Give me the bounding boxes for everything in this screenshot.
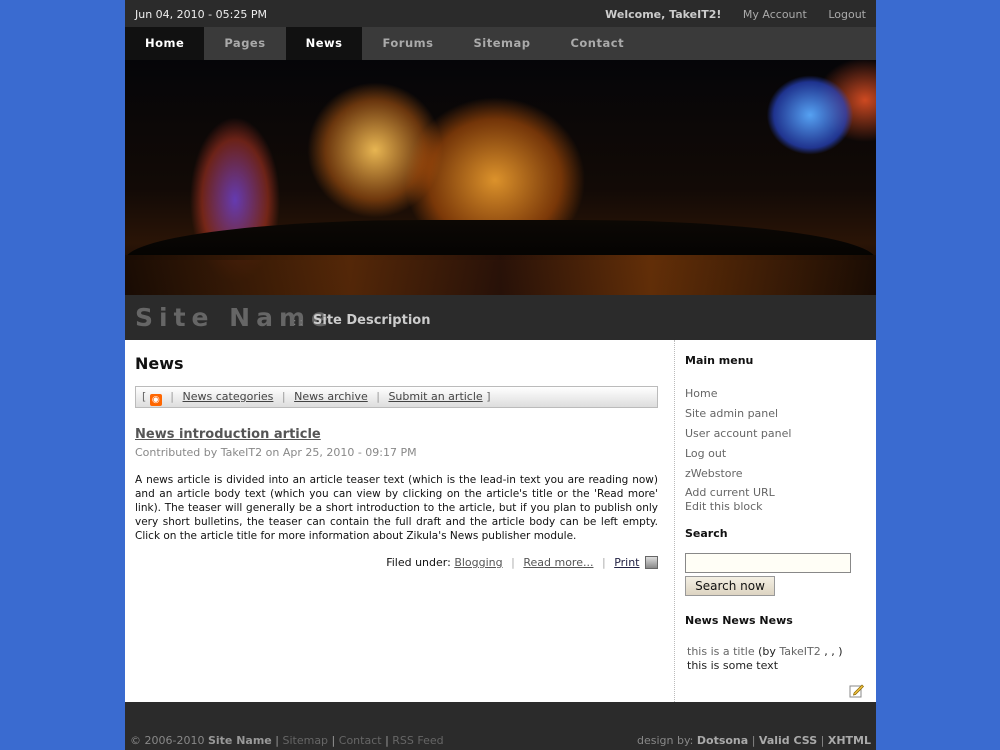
news-item-by-close: , , )	[824, 645, 843, 658]
footer-separator: |	[385, 734, 389, 747]
footer-separator: |	[820, 734, 825, 747]
menu-item-log-out[interactable]: Log out	[685, 444, 865, 464]
toolbar-separator: |	[281, 390, 286, 403]
logout-link[interactable]: Logout	[828, 8, 866, 21]
current-date: Jun 04, 2010 - 05:25 PM	[135, 8, 267, 21]
article-body: A news article is divided into an articl…	[135, 474, 658, 542]
copyright-text: © 2006-2010	[130, 734, 205, 747]
footer-rss-link[interactable]: RSS Feed	[392, 734, 443, 747]
edit-block-link[interactable]: Edit this block	[685, 500, 865, 514]
filed-under-label: Filed under:	[386, 556, 451, 569]
footer-site-name: Site Name	[207, 734, 272, 747]
main-menu-list: Home Site admin panel User account panel…	[685, 384, 865, 484]
search-button[interactable]: Search now	[685, 576, 775, 596]
footer-separator: |	[275, 734, 279, 747]
main-column: News [ ◉ | News categories | News archiv…	[135, 340, 658, 569]
news-block-item: this is a title (by TakeIT2 , , ) this i…	[685, 645, 865, 673]
main-menu-title: Main menu	[685, 354, 754, 367]
rss-icon[interactable]: ◉	[149, 394, 162, 406]
menu-item-user-account-panel[interactable]: User account panel	[685, 424, 865, 444]
menu-item-home[interactable]: Home	[685, 384, 865, 404]
site-name-separator: : :	[293, 317, 303, 328]
footer-separator: |	[751, 734, 756, 747]
nav-tab-home[interactable]: Home	[125, 27, 205, 60]
menu-extra-links: Add current URL Edit this block	[685, 486, 865, 514]
xhtml-link[interactable]: XHTML	[828, 734, 871, 747]
toolbar-close-bracket: ]	[486, 390, 491, 403]
news-item-title-link[interactable]: this is a title	[687, 645, 755, 658]
news-item-text: this is some text	[687, 659, 779, 672]
news-block-title: News News News	[685, 614, 793, 627]
banner-trees	[125, 220, 876, 260]
sidebar: Main menu Home Site admin panel User acc…	[685, 340, 865, 673]
news-item-author-link[interactable]: TakeIT2	[779, 645, 820, 658]
site-name[interactable]: Site Name	[135, 303, 334, 332]
page-wrapper: Jun 04, 2010 - 05:25 PM Welcome, TakeIT2…	[125, 0, 876, 750]
article-title-link[interactable]: News introduction article	[135, 427, 658, 442]
designer-link[interactable]: Dotsona	[697, 734, 748, 747]
nav-tab-sitemap[interactable]: Sitemap	[453, 27, 550, 60]
toolbar-separator: |	[170, 390, 175, 403]
welcome-text: Welcome, TakeIT2!	[605, 8, 722, 21]
search-title: Search	[685, 527, 728, 540]
submit-article-link[interactable]: Submit an article	[388, 390, 482, 403]
top-bar: Jun 04, 2010 - 05:25 PM Welcome, TakeIT2…	[125, 0, 876, 27]
nav-tab-news[interactable]: News	[285, 27, 363, 60]
footer-left: © 2006-2010 Site Name | Sitemap | Contac…	[130, 734, 444, 747]
menu-item-zwebstore[interactable]: zWebstore	[685, 464, 865, 484]
toolbar-open-bracket: [	[142, 390, 147, 403]
site-description: Site Description	[313, 313, 431, 328]
footer-separator: |	[331, 734, 336, 747]
footer: © 2006-2010 Site Name | Sitemap | Contac…	[125, 702, 876, 750]
header-banner-image	[125, 60, 876, 295]
print-link[interactable]: Print	[614, 556, 639, 569]
nav-tab-pages[interactable]: Pages	[204, 27, 285, 60]
read-more-link[interactable]: Read more...	[523, 556, 593, 569]
menu-item-site-admin-panel[interactable]: Site admin panel	[685, 404, 865, 424]
valid-css-link[interactable]: Valid CSS	[759, 734, 817, 747]
nav-tab-forums[interactable]: Forums	[362, 27, 453, 60]
content-area: News [ ◉ | News categories | News archiv…	[125, 340, 876, 702]
nav-tab-contact[interactable]: Contact	[550, 27, 644, 60]
page-title: News	[135, 354, 184, 373]
footer-separator: |	[511, 556, 515, 569]
article-footer: Filed under: Blogging | Read more... | P…	[135, 556, 658, 569]
add-current-url-link[interactable]: Add current URL	[685, 486, 865, 500]
news-categories-link[interactable]: News categories	[183, 390, 274, 403]
user-links: Welcome, TakeIT2! My Account Logout	[587, 8, 866, 21]
footer-separator: |	[601, 556, 606, 569]
main-navigation: Home Pages News Forums Sitemap Contact	[125, 27, 876, 60]
design-by-label: design by:	[636, 734, 694, 747]
footer-contact-link[interactable]: Contact	[339, 734, 382, 747]
toolbar-separator: |	[376, 390, 380, 403]
edit-pencil-icon[interactable]	[849, 683, 864, 698]
banner-water	[125, 255, 876, 295]
printer-icon[interactable]	[645, 556, 658, 569]
footer-sitemap-link[interactable]: Sitemap	[282, 734, 328, 747]
news-toolbar: [ ◉ | News categories | News archive | S…	[135, 386, 658, 408]
category-link[interactable]: Blogging	[454, 556, 502, 569]
news-item-by: (by	[758, 645, 776, 658]
column-divider	[674, 340, 675, 702]
news-archive-link[interactable]: News archive	[294, 390, 368, 403]
article-meta: Contributed by TakeIT2 on Apr 25, 2010 -…	[135, 446, 417, 459]
my-account-link[interactable]: My Account	[743, 8, 807, 21]
search-input[interactable]	[685, 553, 851, 573]
footer-right: design by: Dotsona | Valid CSS | XHTML	[637, 734, 871, 747]
site-title-bar: Site Name : : Site Description	[125, 295, 876, 340]
